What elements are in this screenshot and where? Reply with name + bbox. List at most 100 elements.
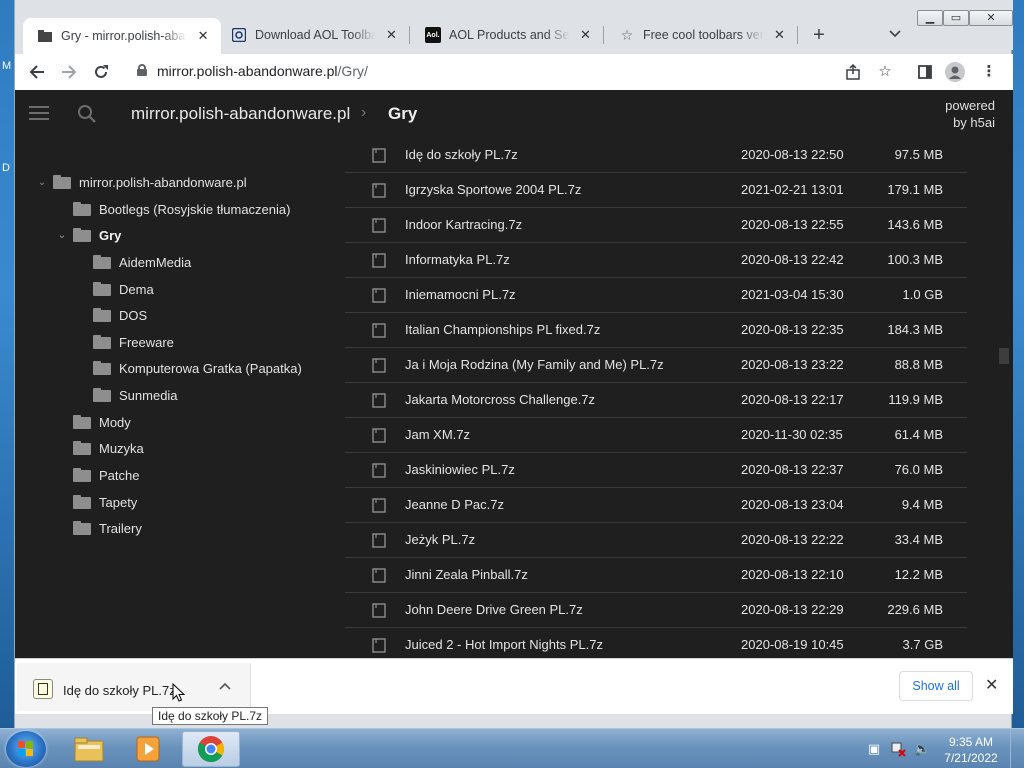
search-icon[interactable]: [77, 104, 97, 124]
side-panel-icon[interactable]: [915, 62, 935, 82]
archive-file-icon: [33, 679, 53, 699]
file-size: 88.8 MB: [894, 357, 943, 372]
show-desktop-button[interactable]: [1010, 729, 1024, 768]
clock[interactable]: 9:35 AM 7/21/2022: [940, 734, 1002, 766]
close-tab-icon[interactable]: ✕: [578, 27, 593, 43]
tree-item-aidemmedia[interactable]: AidemMedia: [75, 250, 191, 274]
folder-icon: [73, 468, 91, 482]
file-name[interactable]: Indoor Kartracing.7z: [405, 217, 522, 232]
bookmark-star-icon[interactable]: ☆: [875, 62, 895, 82]
file-date: 2020-08-13 23:22: [741, 357, 844, 372]
file-row[interactable]: Informatyka PL.7z 2020-08-13 22:42 100.3 M…: [345, 243, 967, 278]
chevron-down-icon[interactable]: ⌄: [35, 177, 49, 188]
tree-item-trailery[interactable]: Trailery: [55, 516, 142, 540]
maximize-button[interactable]: ▭: [943, 10, 969, 26]
file-date: 2020-08-13 22:55: [741, 217, 844, 232]
tree-item-tapety[interactable]: Tapety: [55, 490, 137, 514]
folder-icon: [93, 361, 111, 375]
file-name[interactable]: Iniemamocni PL.7z: [405, 287, 516, 302]
chrome-taskbar-button[interactable]: [182, 731, 240, 767]
file-name[interactable]: Jeanne D Pac.7z: [405, 497, 504, 512]
tree-item-dema[interactable]: Dema: [75, 277, 154, 301]
file-row[interactable]: Jinni Zeala Pinball.7z 2020-08-13 22:10 12…: [345, 558, 967, 593]
tree-item-mody[interactable]: Mody: [55, 410, 131, 434]
new-tab-button[interactable]: +: [807, 24, 831, 48]
hamburger-menu-icon[interactable]: [29, 106, 49, 120]
profile-avatar-icon[interactable]: [945, 62, 965, 82]
tree-item-sunmedia[interactable]: Sunmedia: [75, 383, 178, 407]
powered-by-h5ai[interactable]: powered by h5ai: [945, 97, 995, 131]
tree-item-label: Mody: [99, 414, 131, 430]
tab-free-cool-toolbars[interactable]: ☆ Free cool toolbars very ✕: [605, 18, 797, 52]
action-center-icon[interactable]: ▣: [866, 741, 882, 757]
forward-arrow-icon[interactable]: [57, 60, 81, 84]
file-name[interactable]: John Deere Drive Green PL.7z: [405, 602, 583, 617]
file-row[interactable]: Ja i Moja Rodzina (My Family and Me) PL.…: [345, 348, 967, 383]
file-name[interactable]: Jeżyk PL.7z: [405, 532, 475, 547]
file-name[interactable]: Informatyka PL.7z: [405, 252, 510, 267]
file-name[interactable]: Ja i Moja Rodzina (My Family and Me) PL.…: [405, 357, 664, 372]
start-button[interactable]: [6, 731, 46, 767]
close-tab-icon[interactable]: ✕: [195, 28, 211, 44]
tree-item-gry[interactable]: ⌄ Gry: [55, 223, 122, 247]
breadcrumb-root[interactable]: mirror.polish-abandonware.pl: [131, 104, 350, 124]
file-name[interactable]: Idę do szkoły PL.7z: [405, 147, 518, 162]
file-name[interactable]: Jakarta Motorcross Challenge.7z: [405, 392, 595, 407]
tree-item-komputerowa-gratka[interactable]: Komputerowa Gratka (Papatka): [75, 356, 302, 380]
address-bar[interactable]: mirror.polish-abandonware.pl/Gry/: [123, 58, 883, 86]
file-row[interactable]: Juiced 2 - Hot Import Nights PL.7z 2020-0…: [345, 628, 967, 658]
file-name[interactable]: Italian Championships PL fixed.7z: [405, 322, 600, 337]
tree-item-root[interactable]: ⌄ mirror.polish-abandonware.pl: [35, 170, 247, 194]
tab-download-aol-toolbar[interactable]: Download AOL Toolbar ✕: [217, 18, 409, 52]
show-all-button[interactable]: Show all: [899, 671, 973, 701]
file-row[interactable]: Igrzyska Sportowe 2004 PL.7z 2021-02-21 1…: [345, 173, 967, 208]
file-row[interactable]: Idę do szkoły PL.7z 2020-08-13 22:50 97.5 …: [345, 138, 967, 173]
file-name[interactable]: Jam XM.7z: [405, 427, 470, 442]
file-name[interactable]: Juiced 2 - Hot Import Nights PL.7z: [405, 637, 603, 652]
tree-item-label: mirror.polish-abandonware.pl: [79, 174, 247, 190]
file-row[interactable]: Italian Championships PL fixed.7z 2020-08…: [345, 313, 967, 348]
chevron-down-icon[interactable]: ⌄: [55, 230, 69, 241]
media-player-taskbar-button[interactable]: [120, 731, 178, 767]
minimize-button[interactable]: ▁: [917, 10, 943, 26]
tab-search-chevron-icon[interactable]: [885, 26, 905, 46]
close-window-button[interactable]: ✕: [969, 10, 1013, 26]
tree-item-bootlegs[interactable]: Bootlegs (Rosyjskie tłumaczenia): [55, 197, 290, 221]
tree-item-patche[interactable]: Patche: [55, 463, 139, 487]
file-name[interactable]: Igrzyska Sportowe 2004 PL.7z: [405, 182, 581, 197]
file-row[interactable]: Jeanne D Pac.7z 2020-08-13 23:04 9.4 MB: [345, 488, 967, 523]
reload-icon[interactable]: [89, 60, 113, 84]
file-row[interactable]: Iniemamocni PL.7z 2021-03-04 15:30 1.0 GB: [345, 278, 967, 313]
tree-item-label: Tapety: [99, 494, 138, 510]
file-name[interactable]: Jaskiniowiec PL.7z: [405, 462, 515, 477]
file-row[interactable]: Indoor Kartracing.7z 2020-08-13 22:55 143.…: [345, 208, 967, 243]
tree-item-label: Patche: [99, 467, 140, 483]
file-explorer-taskbar-button[interactable]: [60, 731, 118, 767]
close-tab-icon[interactable]: ✕: [384, 27, 399, 43]
network-icon[interactable]: [890, 741, 906, 757]
back-arrow-icon[interactable]: [25, 60, 49, 84]
tree-item-muzyka[interactable]: Muzyka: [55, 436, 144, 460]
file-row[interactable]: Jaskiniowiec PL.7z 2020-08-13 22:37 76.0 M…: [345, 453, 967, 488]
tree-item-dos[interactable]: DOS: [75, 303, 147, 327]
lock-icon[interactable]: [137, 64, 147, 76]
volume-icon[interactable]: 🔈: [914, 741, 930, 757]
chevron-up-icon[interactable]: [219, 679, 231, 693]
download-item[interactable]: Idę do szkoły PL.7z: [17, 663, 251, 711]
scrollbar-thumb[interactable]: [999, 348, 1009, 364]
file-row[interactable]: Jam XM.7z 2020-11-30 02:35 61.4 MB: [345, 418, 967, 453]
breadcrumb-current[interactable]: Gry: [388, 104, 417, 124]
tab-gry[interactable]: Gry - mirror.polish-abandonware ✕: [23, 18, 221, 54]
file-row[interactable]: Jakarta Motorcross Challenge.7z 2020-08-1…: [345, 383, 967, 418]
file-name[interactable]: Jinni Zeala Pinball.7z: [405, 567, 528, 582]
tree-item-label: DOS: [119, 307, 148, 323]
menu-kebab-icon[interactable]: ⋮: [979, 62, 999, 82]
tree-item-freeware[interactable]: Freeware: [75, 330, 174, 354]
file-icon: [372, 463, 386, 478]
file-row[interactable]: John Deere Drive Green PL.7z 2020-08-13 2…: [345, 593, 967, 628]
close-tab-icon[interactable]: ✕: [772, 27, 787, 43]
tab-aol-products[interactable]: Aol. AOL Products and Services ✕: [411, 18, 603, 52]
share-icon[interactable]: [843, 62, 863, 82]
close-shelf-icon[interactable]: ✕: [985, 675, 998, 695]
file-row[interactable]: Jeżyk PL.7z 2020-08-13 22:22 33.4 MB: [345, 523, 967, 558]
